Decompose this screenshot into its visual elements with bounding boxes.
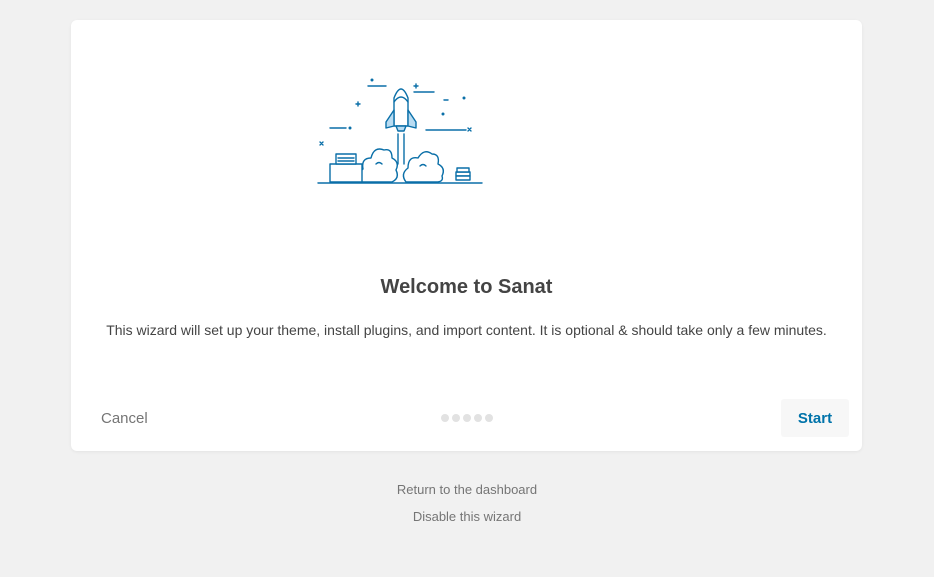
step-dot — [463, 414, 471, 422]
step-indicator — [441, 414, 493, 422]
step-dot — [441, 414, 449, 422]
disable-wizard-link[interactable]: Disable this wizard — [0, 509, 934, 524]
return-dashboard-link[interactable]: Return to the dashboard — [0, 482, 934, 497]
wizard-card: Welcome to Sanat This wizard will set up… — [71, 20, 862, 451]
start-button[interactable]: Start — [781, 399, 849, 437]
cancel-button[interactable]: Cancel — [101, 410, 148, 427]
step-dot — [452, 414, 460, 422]
wizard-description: This wizard will set up your theme, inst… — [106, 322, 827, 338]
step-dot — [474, 414, 482, 422]
wizard-title: Welcome to Sanat — [380, 276, 553, 298]
step-dot — [485, 414, 493, 422]
rocket-launch-illustration — [317, 78, 483, 184]
